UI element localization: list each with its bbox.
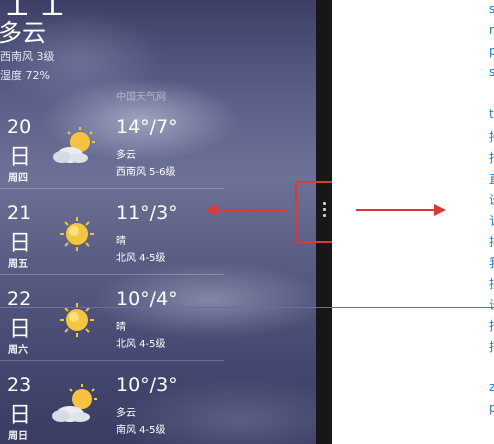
weather-app-pane[interactable]: 11 多云 西南风 3级 湿度 72% 中国天气网 20 日 周四 14°/7°… xyxy=(0,0,316,444)
current-humidity: 湿度 72% xyxy=(0,69,50,82)
current-condition: 多云 xyxy=(0,19,46,47)
truncated-text: p xyxy=(489,401,494,415)
forecast-day[interactable]: 20 日 周四 14°/7° 多云 西南风 5-6级 xyxy=(0,116,224,202)
truncated-text: 直 xyxy=(489,170,494,187)
forecast-date: 21 xyxy=(7,202,32,224)
truncated-text: 拍 xyxy=(489,149,494,166)
forecast-day[interactable]: 23 日 周日 10°/3° 多云 南风 4-5级 xyxy=(0,374,224,444)
forecast-date: 20 xyxy=(7,116,32,138)
row-divider xyxy=(0,188,224,189)
truncated-text: 排 xyxy=(489,233,494,250)
forecast-wind: 北风 4-5级 xyxy=(116,339,166,350)
forecast-day[interactable]: 21 日 周五 11°/3° 晴 北风 4-5级 xyxy=(0,202,224,288)
truncated-text: 讠 xyxy=(489,212,494,229)
truncated-text: 设 xyxy=(489,191,494,208)
partly-cloudy-icon xyxy=(53,127,95,163)
forecast-wind: 西南风 5-6级 xyxy=(116,167,176,178)
forecast-date: 23 xyxy=(7,374,32,396)
row-divider xyxy=(0,274,224,275)
arrow-left-icon xyxy=(205,204,287,216)
truncated-text: 拍 xyxy=(489,338,494,355)
forecast-temp: 11°/3° xyxy=(116,202,178,224)
truncated-text: p xyxy=(489,44,494,58)
truncated-text: 拍 xyxy=(489,317,494,334)
truncated-text: 设 xyxy=(489,296,494,313)
forecast-condition: 多云 xyxy=(116,408,136,419)
right-app-pane[interactable]: srpst持拍直设讠排我拐设拍拍zp xyxy=(332,0,494,444)
forecast-weekday: 周日 xyxy=(8,431,28,442)
forecast-weekday: 周六 xyxy=(8,345,28,356)
forecast-temp: 14°/7° xyxy=(116,116,178,138)
truncated-text: s xyxy=(489,2,494,16)
truncated-text: 拐 xyxy=(489,275,494,292)
truncated-text: t xyxy=(489,107,494,121)
sun-icon xyxy=(60,217,94,251)
truncated-text: 持 xyxy=(489,128,494,145)
row-divider xyxy=(0,360,224,361)
watermark: 中国天气网 xyxy=(116,92,166,103)
sun-icon xyxy=(60,303,94,337)
truncated-text: r xyxy=(489,23,494,37)
truncated-text: 我 xyxy=(489,254,494,271)
truncated-text: z xyxy=(489,380,494,394)
forecast-day-char: 日 xyxy=(9,317,32,342)
forecast-condition: 晴 xyxy=(116,236,126,247)
forecast-weekday: 周五 xyxy=(8,259,28,270)
forecast-weekday: 周四 xyxy=(8,173,28,184)
forecast-day-char: 日 xyxy=(9,145,32,170)
forecast-day-char: 日 xyxy=(9,231,32,256)
forecast-condition: 多云 xyxy=(116,150,136,161)
annotation-line xyxy=(0,307,494,308)
arrow-right-icon xyxy=(356,204,446,216)
forecast-wind: 北风 4-5级 xyxy=(116,253,166,264)
forecast-condition: 晴 xyxy=(116,322,126,333)
forecast-temp: 10°/3° xyxy=(116,374,178,396)
forecast-day[interactable]: 22 日 周六 10°/4° 晴 北风 4-5级 xyxy=(0,288,224,374)
partly-cloudy-icon xyxy=(52,384,97,422)
truncated-text: s xyxy=(489,65,494,79)
forecast-wind: 南风 4-5级 xyxy=(116,425,166,436)
current-wind: 西南风 3级 xyxy=(0,50,55,63)
forecast-day-char: 日 xyxy=(9,403,32,428)
